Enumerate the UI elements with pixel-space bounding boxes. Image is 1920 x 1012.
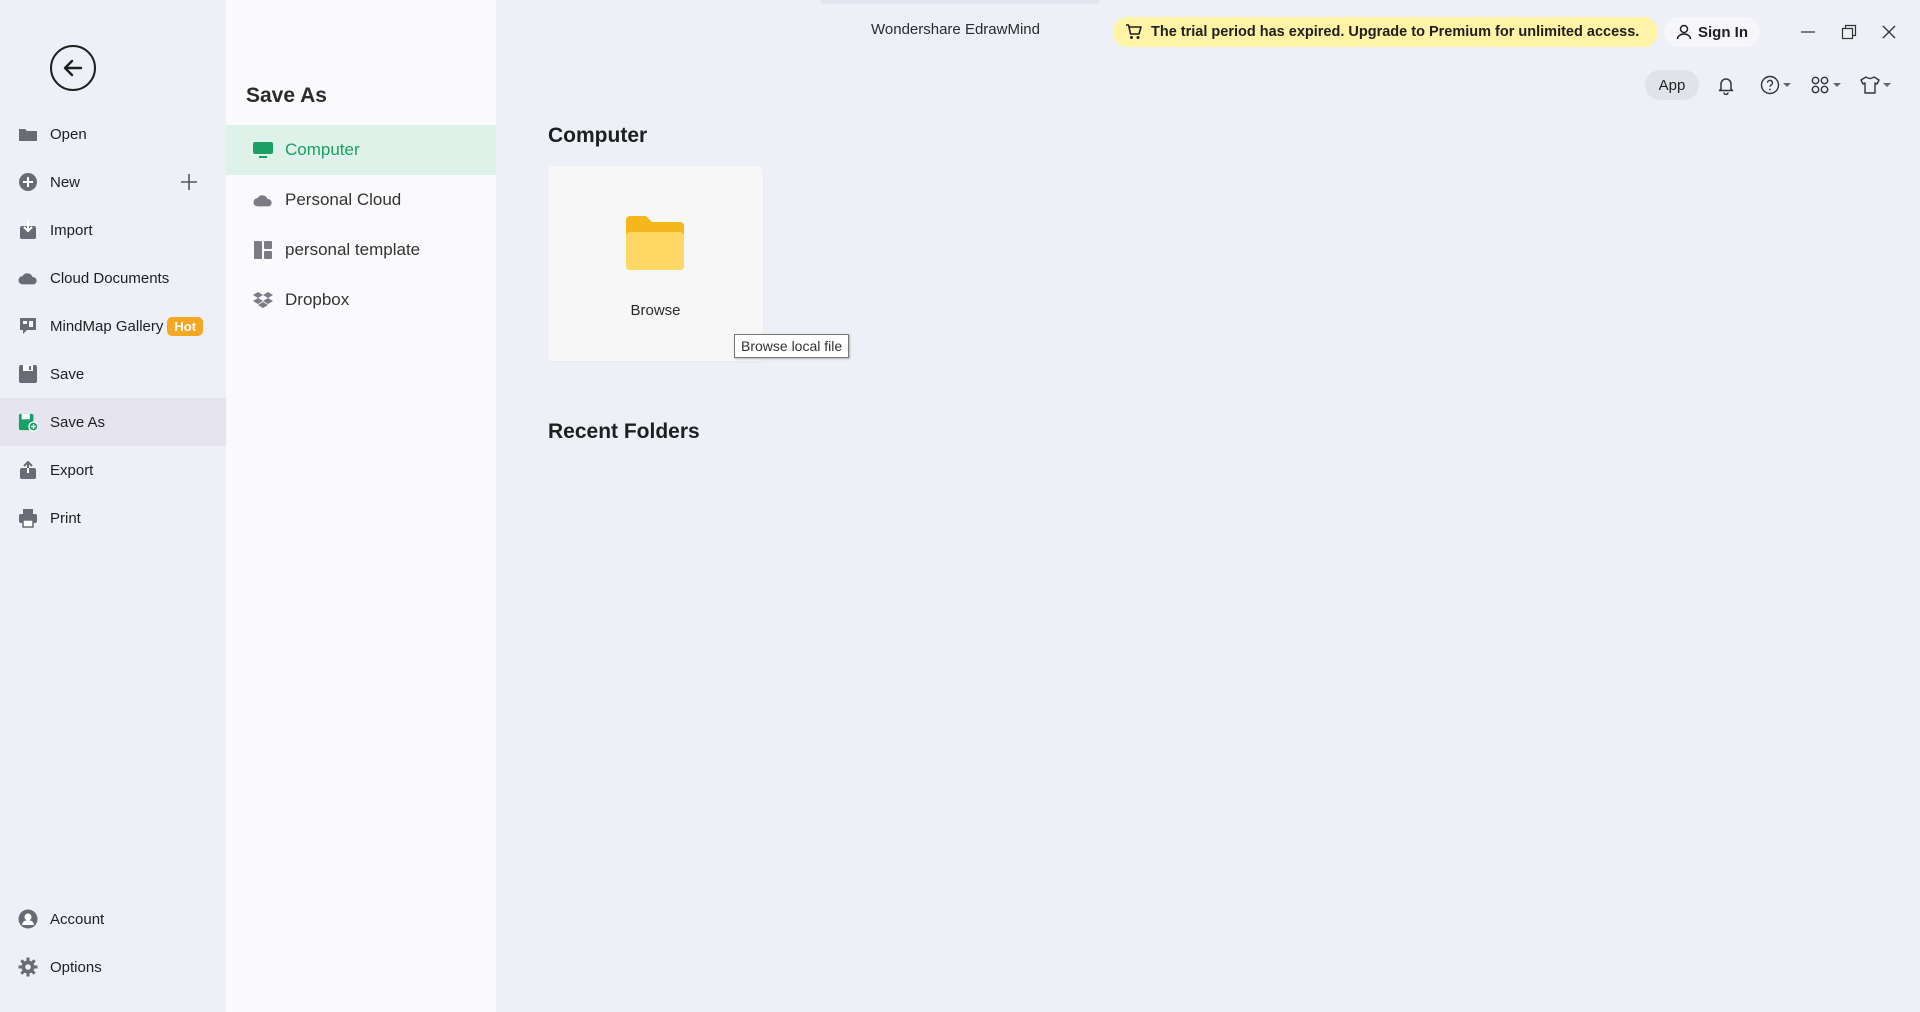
help-icon [1760,75,1780,95]
minimize-icon [1801,31,1815,33]
nav-item-export[interactable]: Export [0,446,226,494]
location-computer[interactable]: Computer [226,125,496,175]
plus-icon [181,174,197,190]
user-icon [1676,24,1692,40]
left-navigation: Open New Import Cloud Documents MindMap … [0,0,226,1012]
location-label: personal template [285,240,421,259]
bell-icon [1718,78,1734,95]
location-personal-template[interactable]: personal template [226,225,496,275]
account-icon [18,909,38,929]
chevron-down-icon [1833,83,1841,87]
nav-item-import[interactable]: Import [0,206,226,254]
minimize-button[interactable] [1796,20,1820,44]
grid-icon [1811,76,1829,94]
nav-item-label: New [50,173,81,191]
dropbox-icon [253,290,273,310]
notifications-button[interactable] [1716,73,1736,97]
folder-icon [626,216,684,270]
restore-button[interactable] [1837,20,1861,44]
add-new-button[interactable] [178,171,200,193]
import-icon [18,220,38,240]
cart-icon [1125,24,1142,40]
location-label: Computer [285,140,360,159]
back-button[interactable] [50,45,96,91]
app-button[interactable]: App [1645,70,1699,100]
arrow-left-icon [63,59,83,77]
nav-item-save[interactable]: Save [0,350,226,398]
nav-item-label: Account [50,910,105,928]
browse-label: Browse [630,302,681,319]
nav-item-label: Options [50,958,102,976]
trial-banner-text: The trial period has expired. Upgrade to… [1151,24,1640,40]
save-as-icon [18,412,38,432]
monitor-icon [253,140,273,160]
nav-item-print[interactable]: Print [0,494,226,542]
save-as-panel: Save As Computer Personal Cloud personal… [226,0,496,1012]
browse-tooltip: Browse local file [734,334,850,358]
recent-folders-title: Recent Folders [548,420,700,443]
restore-icon [1841,24,1857,40]
top-drag-handle [820,0,1100,4]
computer-section-title: Computer [548,124,648,147]
help-button[interactable] [1760,73,1791,97]
nav-item-mindmap-gallery[interactable]: MindMap Gallery Hot [0,302,226,350]
cloud-icon [253,190,273,210]
save-icon [18,364,38,384]
location-label: Personal Cloud [285,190,402,209]
nav-item-label: MindMap Gallery [50,317,164,335]
close-icon [1882,25,1896,39]
folder-icon [18,124,38,144]
nav-item-label: Import [50,221,93,239]
shirt-icon [1860,76,1880,94]
export-icon [18,460,38,480]
nav-item-account[interactable]: Account [0,895,226,943]
location-dropbox[interactable]: Dropbox [226,275,496,325]
nav-item-label: Cloud Documents [50,269,170,287]
gallery-icon [18,316,38,336]
nav-item-save-as[interactable]: Save As [0,398,226,446]
plus-circle-icon [18,172,38,192]
app-title: Wondershare EdrawMind [871,21,1040,38]
theme-button[interactable] [1860,73,1891,97]
nav-item-cloud-documents[interactable]: Cloud Documents [0,254,226,302]
trial-banner[interactable]: The trial period has expired. Upgrade to… [1113,17,1658,47]
nav-item-options[interactable]: Options [0,943,226,991]
nav-item-label: Print [50,509,81,527]
location-personal-cloud[interactable]: Personal Cloud [226,175,496,225]
nav-item-open[interactable]: Open [0,110,226,158]
apps-grid-button[interactable] [1810,73,1841,97]
cloud-icon [18,268,38,288]
hot-badge: Hot [167,316,204,336]
nav-item-label: Save [50,365,85,383]
nav-item-label: Save As [50,413,106,431]
gear-icon [18,957,38,977]
template-icon [253,240,273,260]
location-label: Dropbox [285,290,350,309]
sign-in-button[interactable]: Sign In [1664,17,1760,47]
nav-item-new[interactable]: New [0,158,226,206]
nav-item-label: Open [50,125,87,143]
sign-in-label: Sign In [1698,23,1748,41]
browse-card[interactable]: Browse [548,166,763,361]
print-icon [18,508,38,528]
chevron-down-icon [1783,83,1791,87]
nav-item-label: Export [50,461,94,479]
chevron-down-icon [1883,83,1891,87]
close-button[interactable] [1877,20,1901,44]
panel-title: Save As [246,84,327,107]
